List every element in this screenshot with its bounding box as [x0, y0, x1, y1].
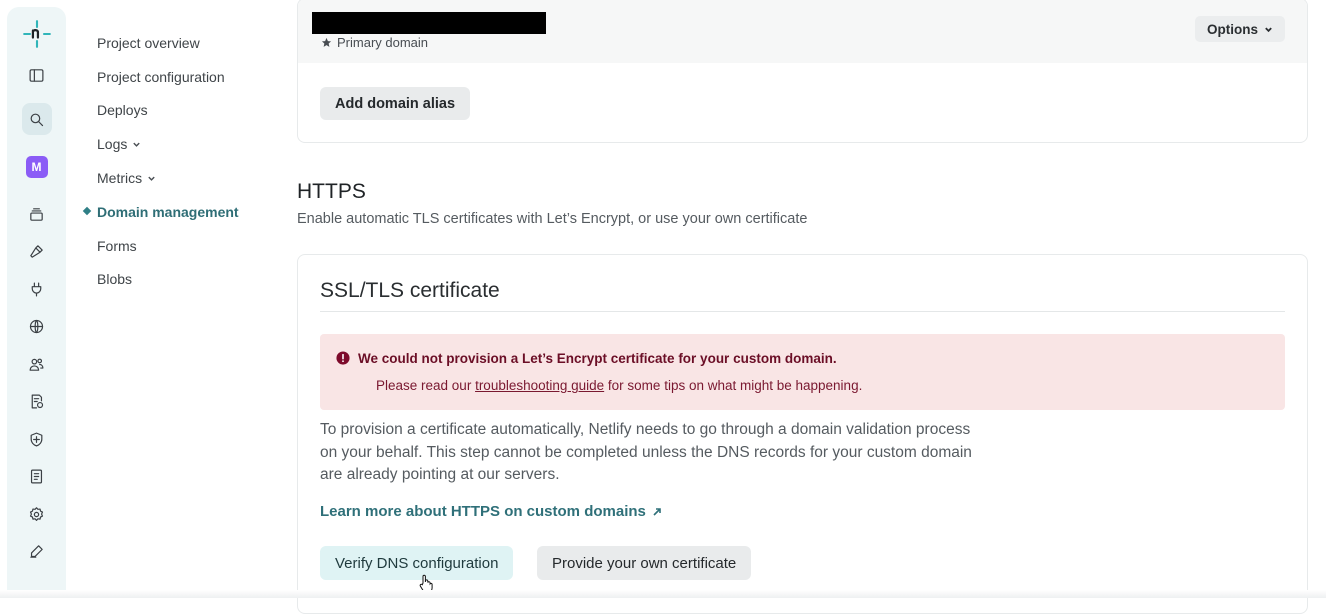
chevron-down-icon [133, 142, 141, 147]
ssl-certificate-card: SSL/TLS certificate We could not provisi… [297, 254, 1308, 614]
alert-body-suffix: for some tips on what might be happening… [604, 378, 863, 393]
netlify-logo-icon[interactable] [7, 19, 66, 49]
external-link-icon [653, 507, 661, 516]
sidebar-toggle-icon[interactable] [7, 60, 66, 90]
bottom-edge [0, 590, 1326, 598]
chevron-down-icon [1265, 27, 1272, 32]
https-section-description: Enable automatic TLS certificates with L… [297, 211, 808, 227]
verify-dns-configuration-button[interactable]: Verify DNS configuration [320, 546, 514, 580]
error-alert: We could not provision a Let’s Encrypt c… [320, 334, 1285, 410]
subnav-item-logs-label: Logs [97, 136, 128, 153]
projects-icon[interactable] [7, 199, 66, 229]
subnav-item-blobs[interactable]: Blobs [97, 263, 239, 297]
extensions-icon[interactable] [7, 274, 66, 304]
subnav-item-metrics-label: Metrics [97, 170, 143, 187]
chevron-down-icon [148, 176, 155, 181]
subnav-item-logs[interactable]: Logs [97, 127, 239, 161]
billing-icon[interactable] [7, 386, 66, 416]
subnav-item-project-overview[interactable]: Project overview [97, 26, 239, 60]
subnav-item-metrics[interactable]: Metrics [97, 161, 239, 195]
provide-own-certificate-button[interactable]: Provide your own certificate [537, 546, 752, 580]
sidebar-toggle-glyph [29, 68, 44, 82]
receipt-glyph [31, 394, 44, 408]
shield-glyph [30, 432, 43, 446]
docs-icon[interactable] [7, 461, 66, 491]
alert-body-prefix: Please read our [376, 378, 476, 393]
plug-glyph [31, 282, 42, 296]
builds-icon[interactable] [7, 236, 66, 266]
search-glyph [30, 113, 44, 126]
add-domain-alias-button[interactable]: Add domain alias [320, 87, 471, 120]
options-label: Options [1207, 21, 1258, 37]
primary-domain-row: Primary domain Options [298, 0, 1307, 63]
ssl-card-title: SSL/TLS certificate [320, 279, 500, 302]
primary-domain-label: Primary domain [337, 35, 429, 50]
error-icon [336, 351, 350, 365]
gear-glyph [29, 506, 44, 521]
learn-more-https-link[interactable]: Learn more about HTTPS on custom domains [320, 503, 662, 520]
domain-card: Primary domain Options Add domain alias [297, 0, 1308, 143]
learn-more-label: Learn more about HTTPS on custom domains [320, 503, 646, 520]
troubleshooting-guide-link[interactable]: troubleshooting guide [475, 378, 604, 393]
feedback-icon[interactable] [7, 536, 66, 566]
subnav-item-deploys[interactable]: Deploys [97, 94, 239, 128]
team-avatar[interactable]: M [7, 152, 66, 182]
people-glyph [29, 358, 44, 371]
options-button[interactable]: Options [1195, 16, 1285, 42]
icon-rail: M [7, 7, 66, 598]
subnav-item-forms[interactable]: Forms [97, 229, 239, 263]
subnav-item-domain-management[interactable]: Domain management [97, 195, 239, 229]
hammer-glyph [30, 244, 43, 258]
alert-title: We could not provision a Let’s Encrypt c… [358, 351, 837, 366]
globe-glyph [29, 319, 44, 333]
avatar: M [25, 156, 48, 178]
https-section-title: HTTPS [297, 180, 366, 203]
project-subnav: Project overview Project configuration D… [97, 26, 239, 296]
domains-icon[interactable] [7, 311, 66, 341]
netlify-logo-icon-glyph [22, 20, 51, 48]
primary-domain-badge: Primary domain [321, 35, 428, 50]
book-glyph [30, 469, 43, 483]
pencil-glyph [30, 544, 43, 558]
subnav-item-project-configuration[interactable]: Project configuration [97, 60, 239, 94]
members-icon[interactable] [7, 349, 66, 379]
redacted-domain-name [312, 12, 546, 34]
security-icon[interactable] [7, 424, 66, 454]
star-icon [321, 37, 332, 47]
divider [320, 311, 1285, 312]
alert-body: Please read our troubleshooting guide fo… [376, 378, 862, 393]
ssl-explanation-text: To provision a certificate automatically… [320, 421, 972, 483]
search-icon[interactable] [7, 103, 66, 135]
settings-icon[interactable] [7, 499, 66, 529]
stack-glyph [30, 207, 43, 221]
